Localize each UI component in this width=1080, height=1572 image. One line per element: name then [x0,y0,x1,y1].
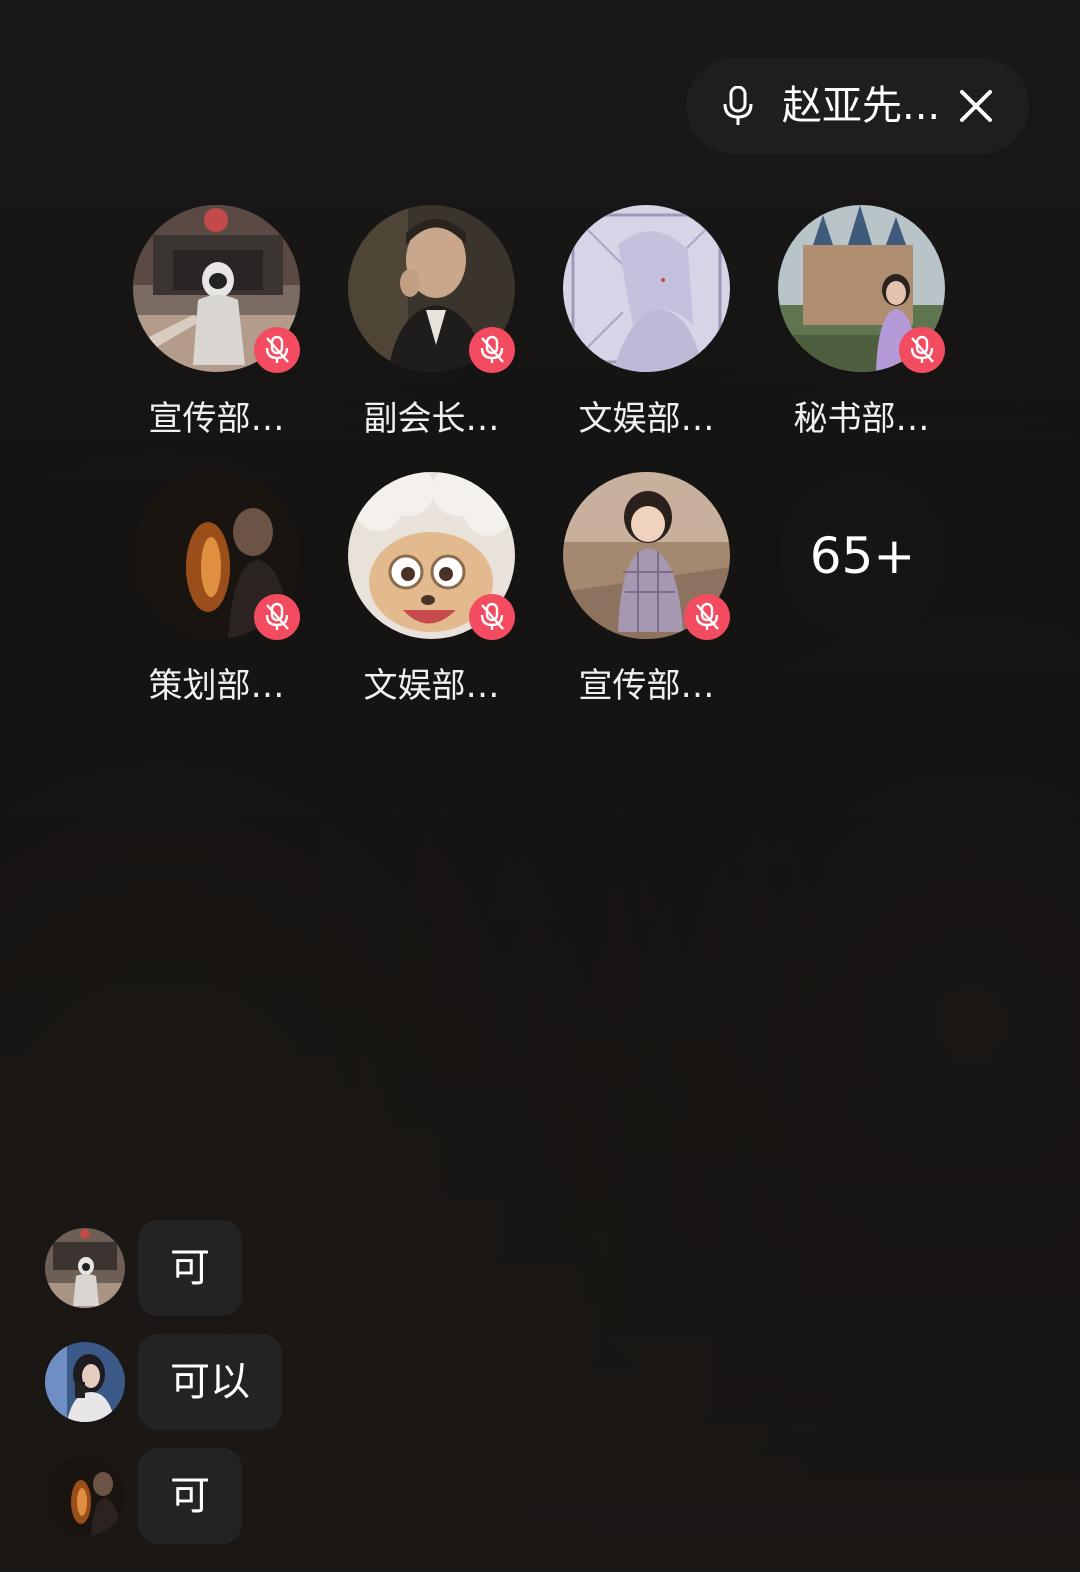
participant-5[interactable]: 策划部… [100,472,300,722]
mic-muted-icon [469,327,515,373]
participant-3[interactable]: 文娱部… [530,205,730,455]
voice-channel-title: 赵亚先... [782,83,941,129]
participant-name: 宣传部… [148,399,285,439]
avatar[interactable] [563,205,730,372]
participant-name: 副会长… [363,399,500,439]
mic-muted-icon [684,594,730,640]
participant-name: 策划部… [148,666,285,706]
chat-bubble: 可 [138,1448,242,1544]
participant-name: 秘书部… [793,399,930,439]
participant-1[interactable]: 宣传部… [100,205,300,455]
more-participants-button[interactable]: 65+ [779,472,946,639]
microphone-icon [723,86,753,125]
participant-6[interactable]: 文娱部… [315,472,515,722]
participant-7[interactable]: 宣传部… [530,472,730,722]
participant-4[interactable]: 秘书部… [745,205,945,455]
avatar[interactable] [45,1342,125,1422]
participant-name: 文娱部… [578,399,715,439]
chat-bubble: 可以 [138,1334,282,1430]
voice-channel-pill[interactable]: 赵亚先... [686,58,1029,154]
close-icon[interactable] [958,88,994,124]
avatar[interactable] [45,1456,125,1536]
participant-name: 宣传部… [578,666,715,706]
mic-muted-icon [899,327,945,373]
chat-bubble: 可 [138,1220,242,1316]
participant-2[interactable]: 副会长… [315,205,515,455]
avatar[interactable] [45,1228,125,1308]
participant-name: 文娱部… [363,666,500,706]
mic-muted-icon [469,594,515,640]
mic-muted-icon [254,327,300,373]
mic-muted-icon [254,594,300,640]
